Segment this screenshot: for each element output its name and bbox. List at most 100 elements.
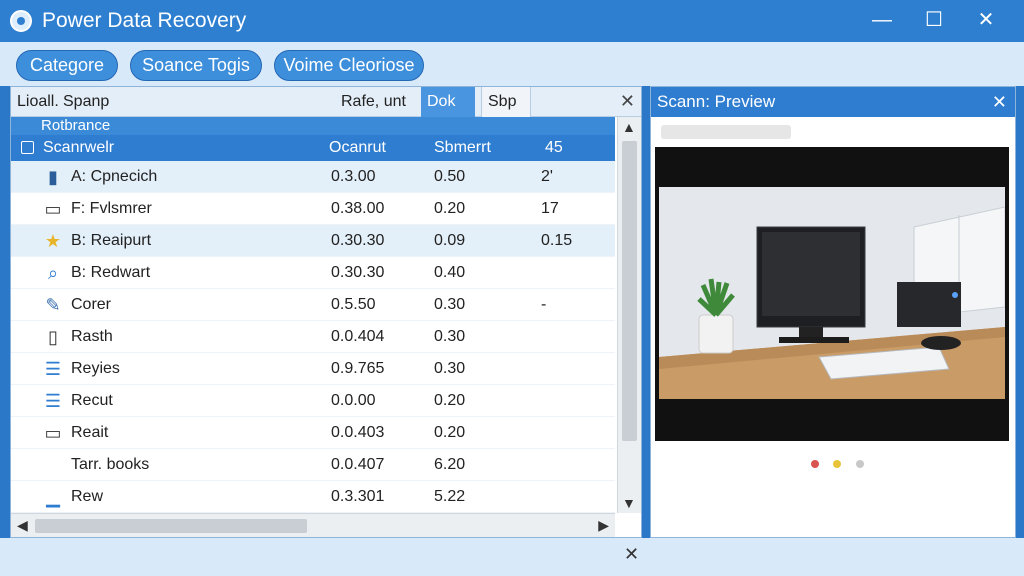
row-col-45: 17	[541, 200, 559, 217]
row-col-ocanrut: 0.3.00	[331, 168, 376, 185]
title-bar: Power Data Recovery — ☐ ✕	[0, 0, 1024, 42]
row-col-sbmerrt: 0.50	[434, 168, 466, 185]
row-name: Reyies	[71, 360, 120, 377]
document-icon: ☰	[44, 359, 62, 379]
table-row[interactable]: ✎ Corer 0.5.50 0.30 -	[11, 289, 615, 321]
table-row[interactable]: ☰ Reyies 0.9.765 0.30	[11, 353, 615, 385]
table-row[interactable]: Tarr. books 0.0.407 6.20	[11, 449, 615, 481]
soance-togis-button[interactable]: Soance Togis	[130, 50, 262, 81]
row-col-sbmerrt: 0.20	[434, 200, 466, 217]
column-header-name[interactable]: Scanrwelr	[43, 135, 114, 161]
window-icon: ▭	[44, 423, 62, 443]
row-col-ocanrut: 0.0.407	[331, 456, 385, 473]
row-name: Rew	[71, 488, 104, 505]
voime-cleoriose-button[interactable]: Voime Cleoriose	[274, 50, 424, 81]
page-dot-1[interactable]	[811, 460, 819, 468]
scroll-thumb[interactable]	[622, 141, 637, 441]
row-col-ocanrut: 0.0.404	[331, 328, 385, 345]
column-header-row: Scanrwelr Ocanrut Sbmerrt 45	[11, 135, 615, 161]
row-name: B: Reaipurt	[71, 232, 152, 249]
row-col-sbmerrt: 0.30	[434, 296, 466, 313]
tab-sbp[interactable]: Sbp	[481, 87, 531, 117]
column-header-sbmerrt[interactable]: Sbmerrt	[434, 135, 491, 161]
status-close-icon[interactable]: ✕	[624, 544, 639, 565]
preview-panel: Scann: Preview ✕	[650, 86, 1016, 538]
row-col-ocanrut: 0.0.403	[331, 424, 385, 441]
row-name: Reait	[71, 424, 109, 441]
scroll-right-icon[interactable]: ▶	[598, 517, 609, 534]
file-list-panel: Lioall. Spanp Rafe, unt Dok Sbp ✕ Rotbra…	[10, 86, 642, 538]
pagination-dots	[811, 455, 874, 473]
row-col-sbmerrt: 6.20	[434, 456, 466, 473]
row-name: B: Redwart	[71, 264, 151, 281]
table-row[interactable]: ☰ Recut 0.0.00 0.20	[11, 385, 615, 417]
minimize-button[interactable]: —	[862, 6, 902, 34]
group-header: Rotbrance	[11, 117, 615, 135]
tab-rafe-unt[interactable]: Rafe, unt	[335, 87, 412, 117]
row-name: Rasth	[71, 328, 113, 345]
preview-close-icon[interactable]: ✕	[992, 87, 1007, 117]
file-list: ▮ A: Cpnecich 0.3.00 0.50 2' ▭ F: Fvlsmrer 0.38…	[11, 161, 615, 513]
table-row[interactable]: ▭ Reait 0.0.403 0.20	[11, 417, 615, 449]
hscroll-thumb[interactable]	[35, 519, 307, 533]
row-col-sbmerrt: 0.30	[434, 328, 466, 345]
blurred-filename	[661, 125, 791, 139]
row-col-45: -	[541, 296, 547, 313]
preview-image-frame	[655, 147, 1009, 441]
row-name: A: Cpnecich	[71, 168, 158, 185]
row-col-ocanrut: 0.30.30	[331, 232, 385, 249]
scroll-up-icon[interactable]: ▲	[622, 119, 636, 135]
tab-spanp[interactable]: Spanp	[57, 87, 115, 117]
row-col-45: 0.15	[541, 232, 573, 249]
tab-dok[interactable]: Dok	[421, 87, 475, 117]
select-all-checkbox[interactable]	[21, 141, 34, 154]
preview-title: Scann: Preview	[657, 92, 776, 111]
panel-close-icon[interactable]: ✕	[620, 91, 635, 112]
row-col-sbmerrt: 5.22	[434, 488, 466, 505]
horizontal-scrollbar[interactable]: ◀ ▶	[11, 513, 615, 537]
row-col-sbmerrt: 0.09	[434, 232, 466, 249]
row-col-ocanrut: 0.0.00	[331, 392, 376, 409]
table-row[interactable]: ★ B: Reaipurt 0.30.30 0.09 0.15	[11, 225, 615, 257]
row-name: F: Fvlsmrer	[71, 200, 152, 217]
table-row[interactable]: ▯ Rasth 0.0.404 0.30	[11, 321, 615, 353]
row-col-ocanrut: 0.30.30	[331, 264, 385, 281]
table-row[interactable]: ▁ Rew 0.3.301 5.22	[11, 481, 615, 513]
row-col-sbmerrt: 0.40	[434, 264, 466, 281]
blank-icon	[43, 455, 63, 475]
page-dot-2[interactable]	[833, 460, 842, 468]
row-col-ocanrut: 0.9.765	[331, 360, 385, 377]
search-icon: ⌕	[47, 263, 59, 283]
table-row[interactable]: ⌕ B: Redwart 0.30.30 0.40	[11, 257, 615, 289]
preview-photo	[659, 187, 1005, 399]
file-icon: ☰	[44, 391, 62, 411]
preview-header: Scann: Preview ✕	[651, 87, 1015, 117]
categore-button[interactable]: Categore	[16, 50, 118, 81]
chart-icon: ▁	[46, 487, 60, 507]
phone-icon: ▯	[48, 327, 58, 347]
drive-icon: ▮	[48, 167, 58, 187]
status-bar: ✕	[0, 538, 1024, 576]
vertical-scrollbar[interactable]: ▲ ▼	[617, 117, 641, 513]
scroll-down-icon[interactable]: ▼	[622, 495, 636, 511]
table-row[interactable]: ▮ A: Cpnecich 0.3.00 0.50 2'	[11, 161, 615, 193]
toolbar: Categore Soance Togis Voime Cleoriose	[0, 42, 1024, 86]
maximize-button[interactable]: ☐	[914, 6, 954, 34]
row-name: Tarr. books	[71, 456, 150, 473]
panel-tabs: Lioall. Spanp Rafe, unt Dok Sbp ✕	[11, 87, 641, 117]
row-col-ocanrut: 0.3.301	[331, 488, 385, 505]
table-row[interactable]: ▭ F: Fvlsmrer 0.38.00 0.20 17	[11, 193, 615, 225]
scroll-left-icon[interactable]: ◀	[17, 517, 28, 534]
app-logo-icon	[10, 10, 32, 32]
page-dot-3[interactable]	[855, 460, 864, 468]
close-button[interactable]: ✕	[966, 6, 1006, 34]
row-col-sbmerrt: 0.30	[434, 360, 466, 377]
column-header-ocanrut[interactable]: Ocanrut	[329, 135, 386, 161]
desk-computer-illustration	[659, 187, 1005, 399]
column-header-45[interactable]: 45	[545, 135, 563, 161]
row-name: Recut	[71, 392, 113, 409]
row-col-sbmerrt: 0.20	[434, 392, 466, 409]
row-col-ocanrut: 0.5.50	[331, 296, 376, 313]
monitor-icon: ▭	[44, 199, 62, 219]
row-col-45: 2'	[541, 168, 553, 185]
